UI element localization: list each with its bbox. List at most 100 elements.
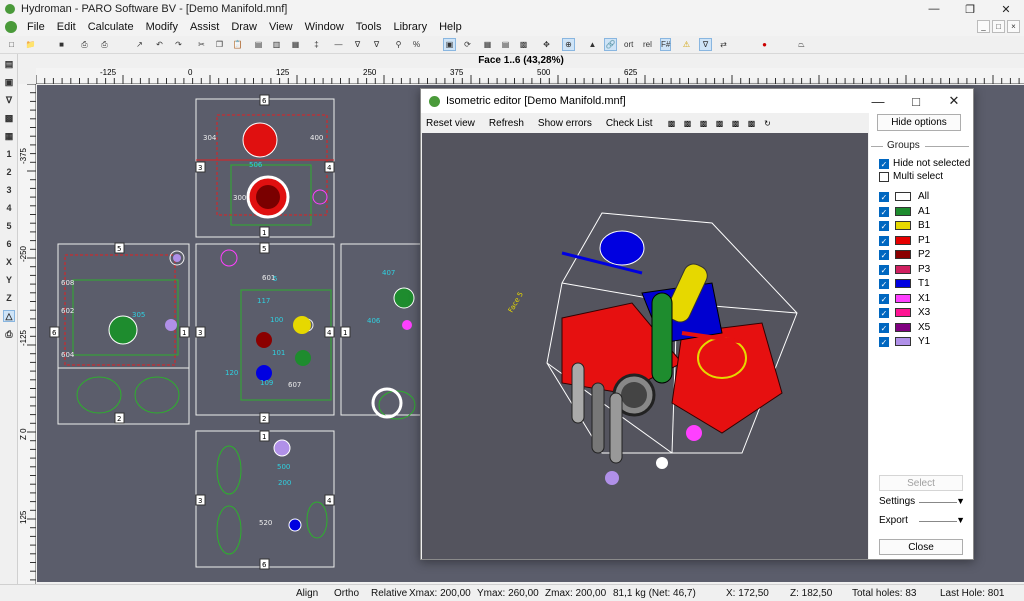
settings-menu[interactable]: Settings ▼ xyxy=(879,496,969,507)
reset-view-button[interactable]: Reset view xyxy=(426,118,475,129)
group-checkbox[interactable]: ✓ xyxy=(879,192,889,202)
paste-icon[interactable]: 📋 xyxy=(231,38,244,51)
document-icon[interactable] xyxy=(5,21,17,33)
face-2-button[interactable]: 2 xyxy=(3,166,15,178)
pin-icon[interactable]: ✥ xyxy=(540,38,553,51)
save-icon[interactable]: ■ xyxy=(55,38,68,51)
view-y-button[interactable]: Y xyxy=(3,274,15,286)
hide-not-selected-option[interactable]: ✓ Hide not selected xyxy=(869,158,973,172)
knife-icon[interactable]: ‡ xyxy=(310,38,323,51)
isometric-icon[interactable]: △ xyxy=(3,310,15,322)
fhash-button[interactable]: F# xyxy=(660,38,672,51)
undo-icon[interactable]: ↶ xyxy=(153,38,166,51)
face-1-button[interactable]: 1 xyxy=(3,148,15,160)
show-errors-button[interactable]: Show errors xyxy=(538,118,592,129)
cube-view-6-icon[interactable]: ▩ xyxy=(747,118,757,128)
menu-window[interactable]: Window xyxy=(299,18,350,36)
face-5-button[interactable]: 5 xyxy=(3,220,15,232)
table-icon[interactable]: ▤ xyxy=(499,38,512,51)
group-checkbox[interactable]: ✓ xyxy=(879,279,889,289)
multi-select-option[interactable]: Multi select xyxy=(869,171,973,185)
ortho-status[interactable]: Ortho xyxy=(334,588,359,599)
menu-help[interactable]: Help xyxy=(433,18,468,36)
rel-button[interactable]: rel xyxy=(643,38,652,51)
group-checkbox[interactable]: ✓ xyxy=(879,235,889,246)
group-row-all[interactable]: ✓ All xyxy=(869,191,973,205)
warning-icon[interactable]: ⚠ xyxy=(680,38,693,51)
report-icon[interactable]: ▩ xyxy=(3,112,15,124)
group-row-p2[interactable]: ✓ P2 xyxy=(869,249,973,263)
redo-icon[interactable]: ↷ xyxy=(172,38,185,51)
print-icon[interactable]: ⎙ xyxy=(78,38,91,51)
group-row-t1[interactable]: ✓ T1 xyxy=(869,278,973,292)
group-checkbox[interactable]: ✓ xyxy=(879,293,889,304)
view-z-button[interactable]: Z xyxy=(3,292,15,304)
refresh-icon[interactable]: ⟳ xyxy=(461,38,474,51)
cube-view-4-icon[interactable]: ▩ xyxy=(715,118,725,128)
face-3-button[interactable]: 3 xyxy=(3,184,15,196)
group-checkbox[interactable]: ✓ xyxy=(879,250,889,260)
refresh-button[interactable]: Refresh xyxy=(489,118,524,129)
select-button[interactable]: Select xyxy=(879,475,963,491)
layers-icon[interactable]: ▦ xyxy=(289,38,302,51)
new-file-icon[interactable]: □ xyxy=(5,38,18,51)
check-list-button[interactable]: Check List xyxy=(606,118,653,129)
group-row-x1[interactable]: ✓ X1 xyxy=(869,293,973,307)
measure-icon[interactable]: ▲ xyxy=(586,38,599,51)
cube-view-1-icon[interactable]: ▩ xyxy=(667,118,677,128)
relative-status[interactable]: Relative xyxy=(371,588,407,599)
mdi-minimize-button[interactable]: _ xyxy=(977,20,990,33)
menu-edit[interactable]: Edit xyxy=(51,18,82,36)
menu-modify[interactable]: Modify xyxy=(140,18,184,36)
menu-draw[interactable]: Draw xyxy=(225,18,263,36)
close-button[interactable]: ✕ xyxy=(988,0,1024,18)
maximize-button[interactable]: ❐ xyxy=(952,0,988,18)
export-menu[interactable]: Export ▼ xyxy=(879,515,969,526)
rotate-icon[interactable]: ↻ xyxy=(763,118,773,128)
library-icon[interactable]: ▩ xyxy=(517,38,530,51)
print-side-icon[interactable]: ⎙ xyxy=(3,328,15,340)
close-dialog-button[interactable]: Close xyxy=(879,539,963,555)
filter-icon[interactable]: ∇ xyxy=(351,38,364,51)
group-row-y1[interactable]: ✓ Y1 xyxy=(869,336,973,350)
menu-assist[interactable]: Assist xyxy=(184,18,225,36)
menu-library[interactable]: Library xyxy=(387,18,433,36)
link-icon[interactable]: 🔗 xyxy=(604,38,617,51)
menu-view[interactable]: View xyxy=(263,18,299,36)
target-icon[interactable]: ⊕ xyxy=(562,38,575,51)
group-checkbox[interactable]: ✓ xyxy=(879,308,889,318)
group-row-a1[interactable]: ✓ A1 xyxy=(869,206,973,220)
zoom-icon[interactable]: ⚲ xyxy=(392,38,405,51)
components-side-icon[interactable]: ▣ xyxy=(3,76,15,88)
align-vertical-icon[interactable]: ▥ xyxy=(270,38,283,51)
lock-icon[interactable]: ⏢ xyxy=(795,38,808,51)
fit-icon[interactable]: ▣ xyxy=(443,38,456,51)
grid-icon[interactable]: ▦ xyxy=(481,38,494,51)
group-row-b1[interactable]: ✓ B1 xyxy=(869,220,973,234)
align-status[interactable]: Align xyxy=(296,588,318,599)
components-icon[interactable]: ● xyxy=(758,38,771,51)
transform-icon[interactable]: ⇄ xyxy=(717,38,730,51)
cube-view-2-icon[interactable]: ▩ xyxy=(683,118,693,128)
checkbox[interactable] xyxy=(879,172,889,182)
isometric-model[interactable]: Face 5 xyxy=(422,133,868,559)
group-checkbox[interactable]: ✓ xyxy=(879,337,889,347)
group-row-p3[interactable]: ✓ P3 xyxy=(869,264,973,278)
valve-icon[interactable]: ∇ xyxy=(3,94,15,106)
export-icon[interactable]: ↗ xyxy=(133,38,146,51)
hide-options-button[interactable]: Hide options xyxy=(877,114,961,131)
percent-icon[interactable]: % xyxy=(410,38,423,51)
ort-button[interactable]: ort xyxy=(624,38,633,51)
group-checkbox[interactable]: ✓ xyxy=(879,322,889,333)
view-x-button[interactable]: X xyxy=(3,256,15,268)
cube-view-5-icon[interactable]: ▩ xyxy=(731,118,741,128)
group-row-x5[interactable]: ✓ X5 xyxy=(869,322,973,336)
cut-icon[interactable]: ✂ xyxy=(195,38,208,51)
checkbox[interactable]: ✓ xyxy=(879,159,889,169)
group-row-p1[interactable]: ✓ P1 xyxy=(869,235,973,249)
print-preview-icon[interactable]: ⎙ xyxy=(98,38,111,51)
list-icon[interactable]: ▤ xyxy=(3,58,15,70)
open-file-icon[interactable]: 📁 xyxy=(24,38,37,51)
line-icon[interactable]: — xyxy=(332,38,345,51)
group-checkbox[interactable]: ✓ xyxy=(879,221,889,231)
